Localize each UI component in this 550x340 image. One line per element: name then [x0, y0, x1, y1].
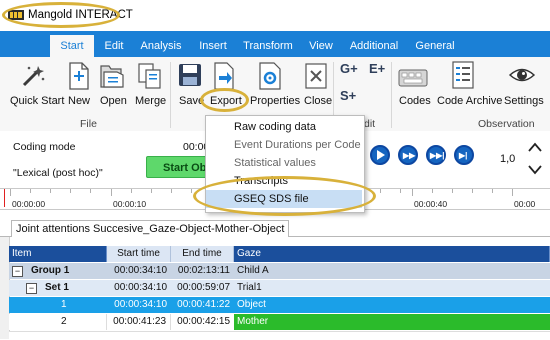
close-file-icon[interactable] — [305, 63, 327, 92]
group-label-file: File — [80, 118, 97, 130]
add-event-icon[interactable]: E+ — [369, 61, 385, 76]
set-row-item[interactable]: Set 1 — [9, 280, 107, 296]
group-row-item[interactable]: Group 1 — [9, 263, 107, 279]
group-row-start: 00:00:34:10 — [107, 263, 171, 279]
column-header-gaze[interactable]: Gaze — [234, 246, 550, 262]
timeline-tick — [452, 189, 453, 193]
add-set-icon[interactable]: S+ — [340, 88, 356, 103]
collapse-toggle-icon[interactable]: − — [26, 283, 37, 294]
tab-edit[interactable]: Edit — [98, 36, 130, 56]
add-group-icon[interactable]: G+ — [340, 61, 358, 76]
merge-icon[interactable] — [137, 62, 163, 93]
tab-view[interactable]: View — [306, 36, 336, 56]
codes-button[interactable]: Codes — [399, 95, 431, 107]
tab-insert[interactable]: Insert — [194, 36, 232, 56]
fast-forward-glyph: ▶▶ — [403, 151, 416, 160]
timeline-tick — [10, 189, 11, 196]
set-row-gaze: Trial1 — [234, 280, 550, 296]
tab-general[interactable]: General — [412, 36, 458, 56]
save-icon[interactable] — [178, 63, 202, 90]
code-archive-icon[interactable] — [452, 61, 474, 92]
ribbon-separator — [170, 62, 171, 128]
new-file-icon[interactable] — [68, 62, 90, 93]
coding-mode-value: "Lexical (post hoc)" — [13, 167, 103, 179]
close-button[interactable]: Close — [304, 95, 332, 107]
document-tab[interactable]: Joint attentions Succesive_Gaze-Object-M… — [11, 220, 290, 237]
group-row-gaze: Child A — [234, 263, 550, 279]
event-row-gaze[interactable]: Object — [234, 297, 550, 313]
timeline-tick — [492, 189, 493, 193]
column-header-start-time[interactable]: Start time — [107, 246, 171, 262]
group-label-observation: Observation — [478, 118, 535, 130]
timeline-tick — [90, 189, 91, 193]
timeline-tick — [131, 189, 132, 193]
timeline-tick — [380, 189, 381, 193]
timeline-tick — [151, 189, 152, 193]
event-row-start[interactable]: 00:00:34:10 — [107, 297, 171, 313]
event-row-item[interactable]: 1 — [9, 297, 107, 313]
menu-item-statistical-values[interactable]: Statistical values — [206, 154, 362, 172]
timeline-tick — [50, 189, 51, 193]
menu-item-raw-coding-data[interactable]: Raw coding data — [206, 118, 362, 136]
timeline-tick — [70, 189, 71, 193]
collapse-toggle-icon[interactable]: − — [12, 266, 23, 277]
quick-start-button[interactable]: Quick Start — [10, 95, 64, 107]
magic-wand-icon[interactable] — [20, 63, 46, 92]
group-label-edit: dit — [364, 118, 376, 130]
skip-forward-glyph: ▶▶| — [430, 151, 445, 160]
timeline-tick-label: 00:00:00 — [12, 199, 46, 209]
tab-analysis[interactable]: Analysis — [138, 36, 184, 56]
play-triangle — [377, 150, 385, 160]
timeline-tick-label: 00:00 — [514, 199, 536, 209]
event-row-start[interactable]: 00:00:41:23 — [107, 314, 171, 330]
timeline-tick — [432, 189, 433, 193]
menu-item-event-durations[interactable]: Event Durations per Code — [206, 136, 362, 154]
coding-mode-label: Coding mode — [13, 141, 76, 153]
timeline-tick-label: 00:00:40 — [414, 199, 448, 209]
new-button[interactable]: New — [68, 95, 90, 107]
settings-eye-icon[interactable] — [508, 63, 536, 90]
open-button[interactable]: Open — [100, 95, 127, 107]
timeline-tick — [30, 189, 31, 193]
properties-button[interactable]: Properties — [250, 95, 300, 107]
timeline-tick — [412, 189, 413, 196]
event-row-end[interactable]: 00:00:42:15 — [171, 314, 234, 330]
timeline-tick — [472, 189, 473, 193]
timeline-tick — [400, 189, 401, 193]
timeline-tick — [171, 189, 172, 193]
settings-button[interactable]: Settings — [504, 95, 544, 107]
highlight-ring-gseq — [193, 176, 376, 216]
column-header-end-time[interactable]: End time — [171, 246, 234, 262]
tab-start[interactable]: Start — [50, 35, 94, 57]
event-row-gaze[interactable]: Mother — [234, 314, 550, 330]
playback-speed: 1,0 — [500, 153, 516, 165]
timeline-tick — [111, 189, 112, 196]
merge-button[interactable]: Merge — [135, 95, 166, 107]
group-row-end: 00:02:13:11 — [171, 263, 234, 279]
tab-transform[interactable]: Transform — [240, 36, 296, 56]
properties-icon[interactable] — [258, 62, 282, 93]
tab-additional[interactable]: Additional — [348, 36, 400, 56]
skip-end-glyph: ▶| — [459, 151, 468, 160]
code-archive-button[interactable]: Code Archive — [437, 95, 502, 107]
speed-down-icon[interactable] — [528, 165, 542, 178]
timeline-tick — [512, 189, 513, 196]
ribbon-separator — [391, 62, 392, 128]
set-row-end: 00:00:59:07 — [171, 280, 234, 296]
timeline-tick — [191, 189, 192, 193]
set-row-start: 00:00:34:10 — [107, 280, 171, 296]
open-folder-icon[interactable] — [99, 62, 125, 93]
event-row-end[interactable]: 00:00:41:22 — [171, 297, 234, 313]
timeline-cursor[interactable] — [4, 189, 5, 207]
codes-keyboard-icon[interactable] — [398, 64, 428, 91]
highlight-ring-title — [2, 2, 120, 28]
event-row-item[interactable]: 2 — [9, 314, 107, 330]
speed-up-icon[interactable] — [528, 142, 542, 155]
timeline-tick-label: 00:00:10 — [113, 199, 147, 209]
highlight-ring-export — [200, 88, 249, 112]
column-header-item[interactable]: Item — [9, 246, 107, 262]
